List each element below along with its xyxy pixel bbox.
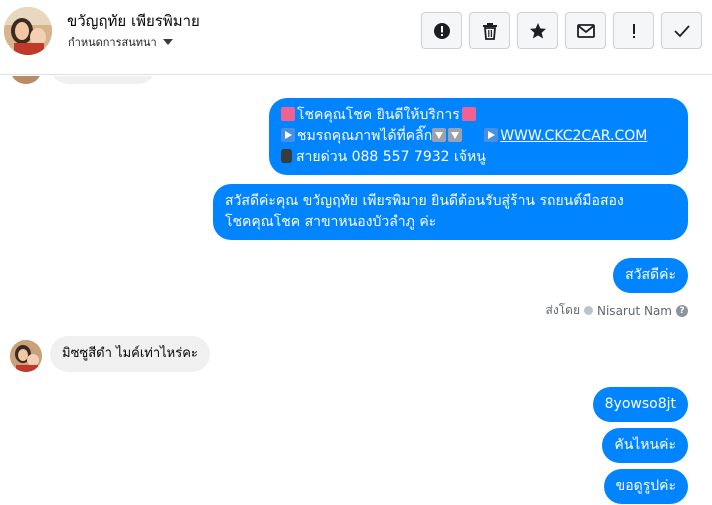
conversation-status-dropdown[interactable]: กำหนดการสนทนา [68, 33, 173, 51]
outgoing-message-bubble[interactable]: โชคคุณโชค ยินดีให้บริการ ชมรถคุณภาพได้ที… [269, 98, 688, 175]
sender-avatar-icon [584, 306, 593, 315]
down-arrow-emoji-icon [448, 128, 463, 142]
contact-avatar-small [10, 76, 42, 84]
play-button-emoji-icon [484, 128, 499, 142]
outgoing-message-bubble[interactable]: คันไหนค่ะ [602, 428, 688, 463]
message-text: สายด่วน 088 557 7932 เจ้หนู [296, 149, 486, 165]
outgoing-message-bubble[interactable]: สวัสดีค่ะคุณ ขวัญฤทัย เพียรพิมาย ยินดีต้… [213, 184, 688, 240]
message-line: สายด่วน 088 557 7932 เจ้หนู [281, 147, 676, 168]
trash-icon [482, 22, 497, 40]
outgoing-message-bubble[interactable]: สวัสดีค่ะ [613, 258, 688, 293]
checkmark-icon [673, 24, 690, 37]
star-button[interactable] [517, 12, 558, 49]
conversation-status-label: กำหนดการสนทนา [68, 36, 157, 49]
mark-done-button[interactable] [661, 12, 702, 49]
message-line: ชมรถคุณภาพได้ที่คลิ๊ก WWW.CKC2CAR.COM [281, 126, 676, 147]
conversation-header: ขวัญฤทัย เพียรพิมาย กำหนดการสนทนา [0, 0, 712, 75]
website-link[interactable]: WWW.CKC2CAR.COM [500, 128, 647, 144]
contact-name: ขวัญฤทัย เพียรพิมาย [67, 12, 200, 30]
outgoing-message-bubble[interactable]: ขอดูรูปค่ะ [603, 469, 688, 504]
mark-spam-button[interactable] [421, 12, 462, 49]
message-thread[interactable]: โชคคุณโชค ยินดีให้บริการ ชมรถคุณภาพได้ที… [0, 76, 712, 505]
envelope-icon [576, 23, 595, 38]
incoming-message-bubble[interactable]: มิซซูสีดำ ไมค์เท่าไหร่คะ [50, 336, 210, 372]
help-icon[interactable]: ? [676, 304, 688, 317]
exclamation-icon [632, 23, 635, 38]
message-text: โชคคุณโชค สาขาหนองบัวลำภู ค่ะ [225, 214, 437, 230]
message-text: สวัสดีค่ะ [625, 267, 676, 283]
delete-button[interactable] [469, 12, 510, 49]
mobile-phone-emoji-icon [281, 149, 292, 163]
down-arrow-emoji-icon [432, 128, 447, 142]
message-text: สวัสดีค่ะคุณ ขวัญฤทัย เพียรพิมาย ยินดีต้… [225, 193, 624, 209]
sparkle-emoji-icon [281, 107, 295, 121]
mark-unread-button[interactable] [565, 12, 606, 49]
play-button-emoji-icon [281, 128, 295, 142]
conversation-toolbar [421, 12, 702, 49]
follow-up-button[interactable] [613, 12, 654, 49]
message-text: ขอดูรูปค่ะ [615, 478, 676, 494]
message-text: มิซซูสีดำ ไมค์เท่าไหร่คะ [62, 346, 198, 361]
message-text: 8yowso8jt [604, 396, 676, 412]
outgoing-message-bubble[interactable]: 8yowso8jt [592, 387, 688, 422]
message-text: โชคคุณโชค ยินดีให้บริการ [297, 107, 460, 123]
star-icon [529, 22, 546, 38]
incoming-message-bubble[interactable] [50, 76, 156, 84]
message-text: ชมรถคุณภาพได้ที่คลิ๊ก [297, 128, 433, 144]
message-line: โชคคุณโชค ยินดีให้บริการ [281, 105, 676, 126]
sent-by-label: ส่งโดย [545, 303, 580, 317]
contact-avatar-small[interactable] [10, 340, 42, 372]
alert-circle-icon [433, 22, 450, 39]
contact-avatar[interactable] [4, 7, 52, 55]
sent-by-indicator: ส่งโดย Nisarut Nam ? [546, 301, 688, 320]
message-text: คันไหนค่ะ [614, 437, 676, 453]
sent-by-name[interactable]: Nisarut Nam [597, 304, 672, 318]
sparkle-emoji-icon [461, 107, 476, 121]
chevron-down-icon [162, 39, 173, 45]
